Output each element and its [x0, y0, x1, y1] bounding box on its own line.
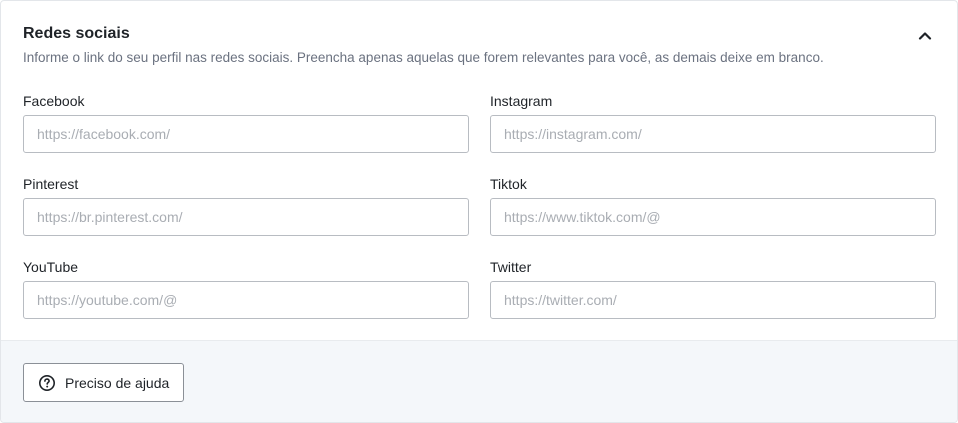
instagram-input[interactable] [490, 115, 936, 153]
youtube-label: YouTube [23, 259, 79, 275]
youtube-input[interactable] [23, 281, 469, 319]
social-fields-grid: Facebook Instagram Pinterest Tiktok YouT… [23, 91, 936, 340]
help-button-label: Preciso de ajuda [65, 374, 170, 391]
field-youtube: YouTube [23, 257, 469, 340]
chevron-up-icon [918, 31, 932, 40]
field-instagram: Instagram [490, 91, 936, 174]
facebook-label: Facebook [23, 93, 85, 109]
help-button[interactable]: Preciso de ajuda [23, 363, 185, 402]
section-title: Redes sociais [23, 25, 130, 42]
card-footer: Preciso de ajuda [1, 340, 957, 422]
field-twitter: Twitter [490, 257, 936, 340]
field-facebook: Facebook [23, 91, 469, 174]
tiktok-label: Tiktok [490, 176, 527, 192]
section-description: Informe o link do seu perfil nas redes s… [23, 50, 824, 65]
pinterest-input[interactable] [23, 198, 469, 236]
collapse-button[interactable] [915, 25, 935, 45]
question-circle-icon [38, 374, 56, 392]
field-tiktok: Tiktok [490, 174, 936, 257]
twitter-label: Twitter [490, 259, 532, 275]
tiktok-input[interactable] [490, 198, 936, 236]
instagram-label: Instagram [490, 93, 553, 109]
social-networks-card: Redes sociais Informe o link do seu perf… [0, 0, 958, 423]
facebook-input[interactable] [23, 115, 469, 153]
twitter-input[interactable] [490, 281, 936, 319]
section-header: Redes sociais Informe o link do seu perf… [23, 23, 935, 67]
field-pinterest: Pinterest [23, 174, 469, 257]
pinterest-label: Pinterest [23, 176, 79, 192]
